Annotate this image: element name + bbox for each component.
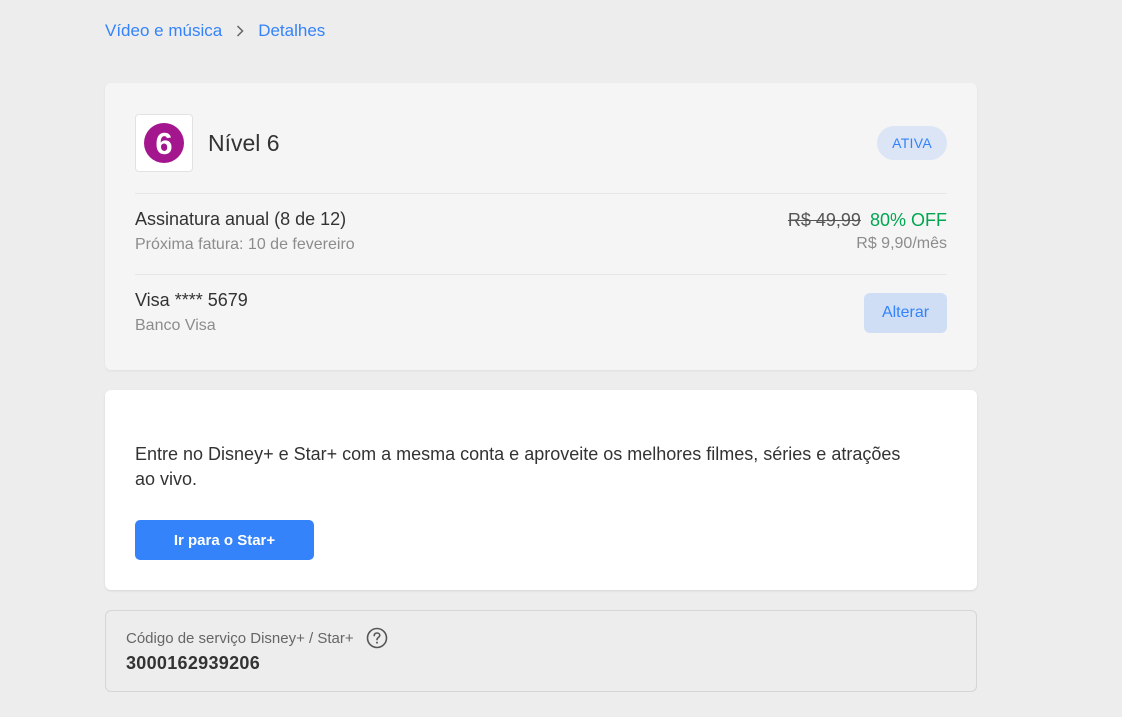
change-payment-button[interactable]: Alterar — [864, 292, 947, 333]
next-invoice: Próxima fatura: 10 de fevereiro — [135, 236, 355, 253]
breadcrumb-link-parent[interactable]: Vídeo e música — [105, 21, 222, 41]
card-title: Visa **** 5679 — [135, 290, 248, 310]
price-monthly: R$ 9,90/mês — [856, 235, 947, 252]
service-code-value: 3000162939206 — [126, 653, 261, 673]
price-old: R$ 49,99 — [787, 210, 861, 230]
status-badge: ATIVA — [877, 126, 947, 160]
divider — [135, 274, 947, 275]
service-code-label-row: Código de serviço Disney+ / Star+ — [126, 627, 388, 649]
billing-title: Assinatura anual (8 de 12) — [135, 209, 347, 229]
service-code-card: Código de serviço Disney+ / Star+ 300016… — [105, 610, 977, 692]
service-code-label: Código de serviço Disney+ / Star+ — [126, 629, 354, 647]
billing-row: Assinatura anual (8 de 12) Próxima fatur… — [135, 209, 947, 254]
plan-logo: 6 — [135, 114, 193, 172]
card-bank: Banco Visa — [135, 317, 216, 334]
payment-row: Visa **** 5679 Banco Visa Alterar — [135, 290, 947, 335]
promo-text: Entre no Disney+ e Star+ com a mesma con… — [135, 444, 901, 489]
subscription-card: 6 Nível 6 ATIVA Assinatura anual (8 de 1… — [105, 83, 977, 370]
chevron-right-icon — [236, 25, 244, 37]
breadcrumb-link-current[interactable]: Detalhes — [258, 21, 325, 41]
plan-header: 6 Nível 6 ATIVA — [135, 113, 947, 173]
go-to-star-button[interactable]: Ir para o Star+ — [135, 520, 314, 560]
discount-label: 80% OFF — [869, 210, 947, 230]
promo-card: Entre no Disney+ e Star+ com a mesma con… — [105, 390, 977, 590]
level-six-icon: 6 — [144, 123, 184, 163]
help-icon[interactable] — [366, 627, 388, 649]
divider — [135, 193, 947, 194]
breadcrumb: Vídeo e música Detalhes — [105, 21, 325, 41]
plan-name: Nível 6 — [208, 129, 280, 156]
